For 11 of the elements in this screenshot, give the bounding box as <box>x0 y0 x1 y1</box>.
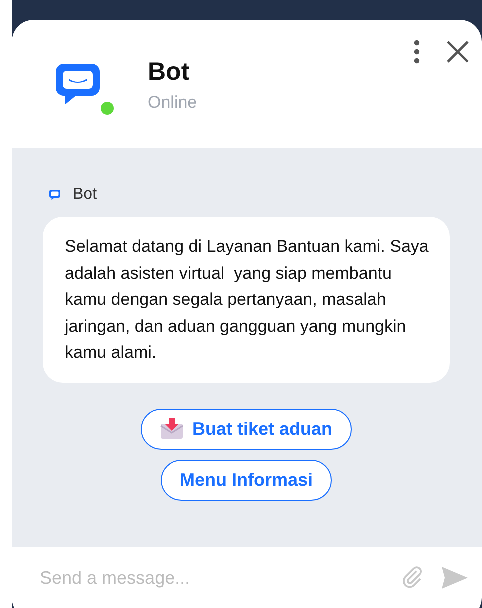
message-bubble: Selamat datang di Layanan Bantuan kami. Saya adalah asisten virtual yang siap membantu kamu dengan segala pertanyaan, masalah jaringan, dan aduan gangguan yang mungkin kamu alami. <box>43 217 450 382</box>
quick-reply-button[interactable]: Buat tiket aduan <box>141 408 352 450</box>
message-input[interactable]: Send a message... <box>38 566 386 590</box>
bot-name: Bot <box>148 58 191 87</box>
chat-bubble-icon <box>49 189 61 201</box>
status-text: Online <box>148 93 198 113</box>
close-icon[interactable] <box>446 40 470 64</box>
envelope-icon <box>160 418 184 440</box>
sender-name: Bot <box>73 186 98 204</box>
more-icon[interactable] <box>414 40 420 64</box>
quick-reply-button[interactable]: Menu Informasi <box>160 460 332 500</box>
